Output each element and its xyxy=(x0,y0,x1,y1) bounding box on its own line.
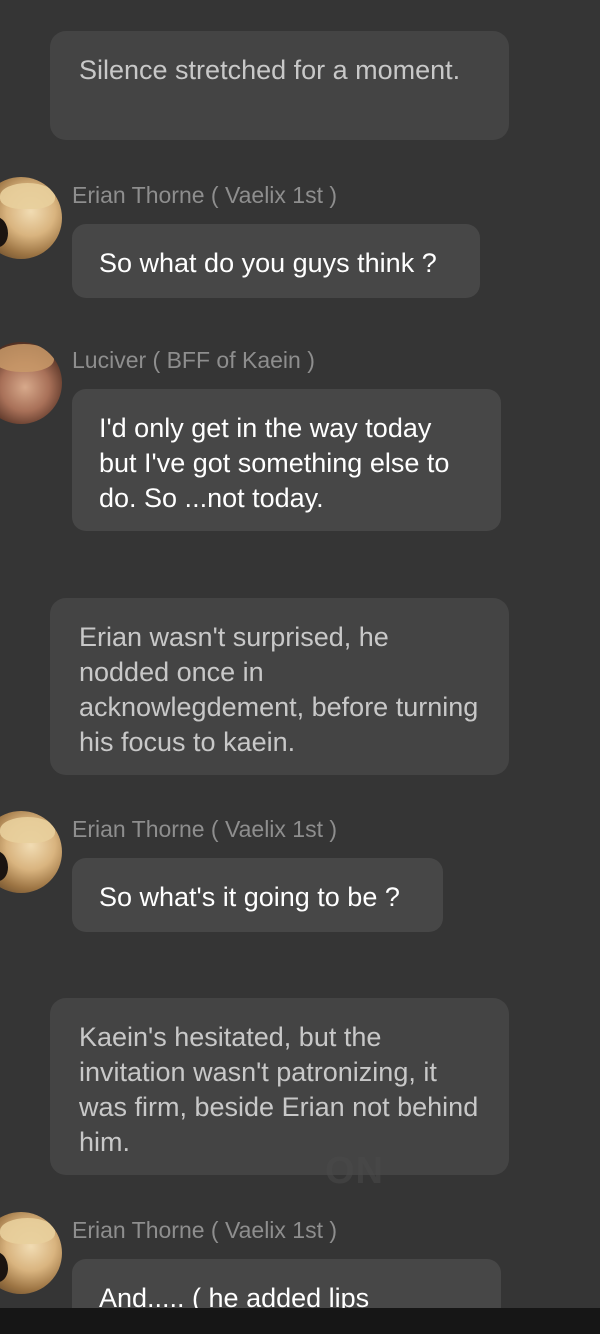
message-bubble[interactable]: So what do you guys think ? xyxy=(72,224,480,298)
narration-bubble: Erian wasn't surprised, he nodded once i… xyxy=(50,598,509,775)
message-text: So what do you guys think ? xyxy=(99,248,437,278)
message-bubble[interactable]: So what's it going to be ? xyxy=(72,858,443,932)
message-text: So what's it going to be ? xyxy=(99,882,400,912)
bottom-bar xyxy=(0,1308,600,1334)
narration-bubble: Kaein's hesitated, but the invitation wa… xyxy=(50,998,509,1175)
narration-text: Kaein's hesitated, but the invitation wa… xyxy=(79,1022,479,1157)
message-bubble[interactable]: I'd only get in the way today but I've g… xyxy=(72,389,501,531)
luciver-avatar[interactable] xyxy=(0,342,62,424)
erian-avatar[interactable] xyxy=(0,177,62,259)
narration-text: Erian wasn't surprised, he nodded once i… xyxy=(79,622,479,757)
sender-name: Erian Thorne ( Vaelix 1st ) xyxy=(72,182,338,208)
sender-name: Erian Thorne ( Vaelix 1st ) xyxy=(72,816,338,842)
message-text: And..... ( he added lips xyxy=(99,1283,370,1308)
sender-name: Luciver ( BFF of Kaein ) xyxy=(72,347,315,373)
erian-avatar[interactable] xyxy=(0,811,62,893)
message-text: I'd only get in the way today but I've g… xyxy=(99,413,450,513)
narration-bubble: Silence stretched for a moment. xyxy=(50,31,509,140)
watermark-logo: ON xyxy=(325,1150,384,1192)
chat-feed[interactable]: Silence stretched for a moment. Erian Th… xyxy=(0,0,600,1308)
narration-text: Silence stretched for a moment. xyxy=(79,55,461,85)
message-bubble[interactable]: And..... ( he added lips xyxy=(72,1259,501,1308)
erian-avatar[interactable] xyxy=(0,1212,62,1294)
sender-name: Erian Thorne ( Vaelix 1st ) xyxy=(72,1217,338,1243)
